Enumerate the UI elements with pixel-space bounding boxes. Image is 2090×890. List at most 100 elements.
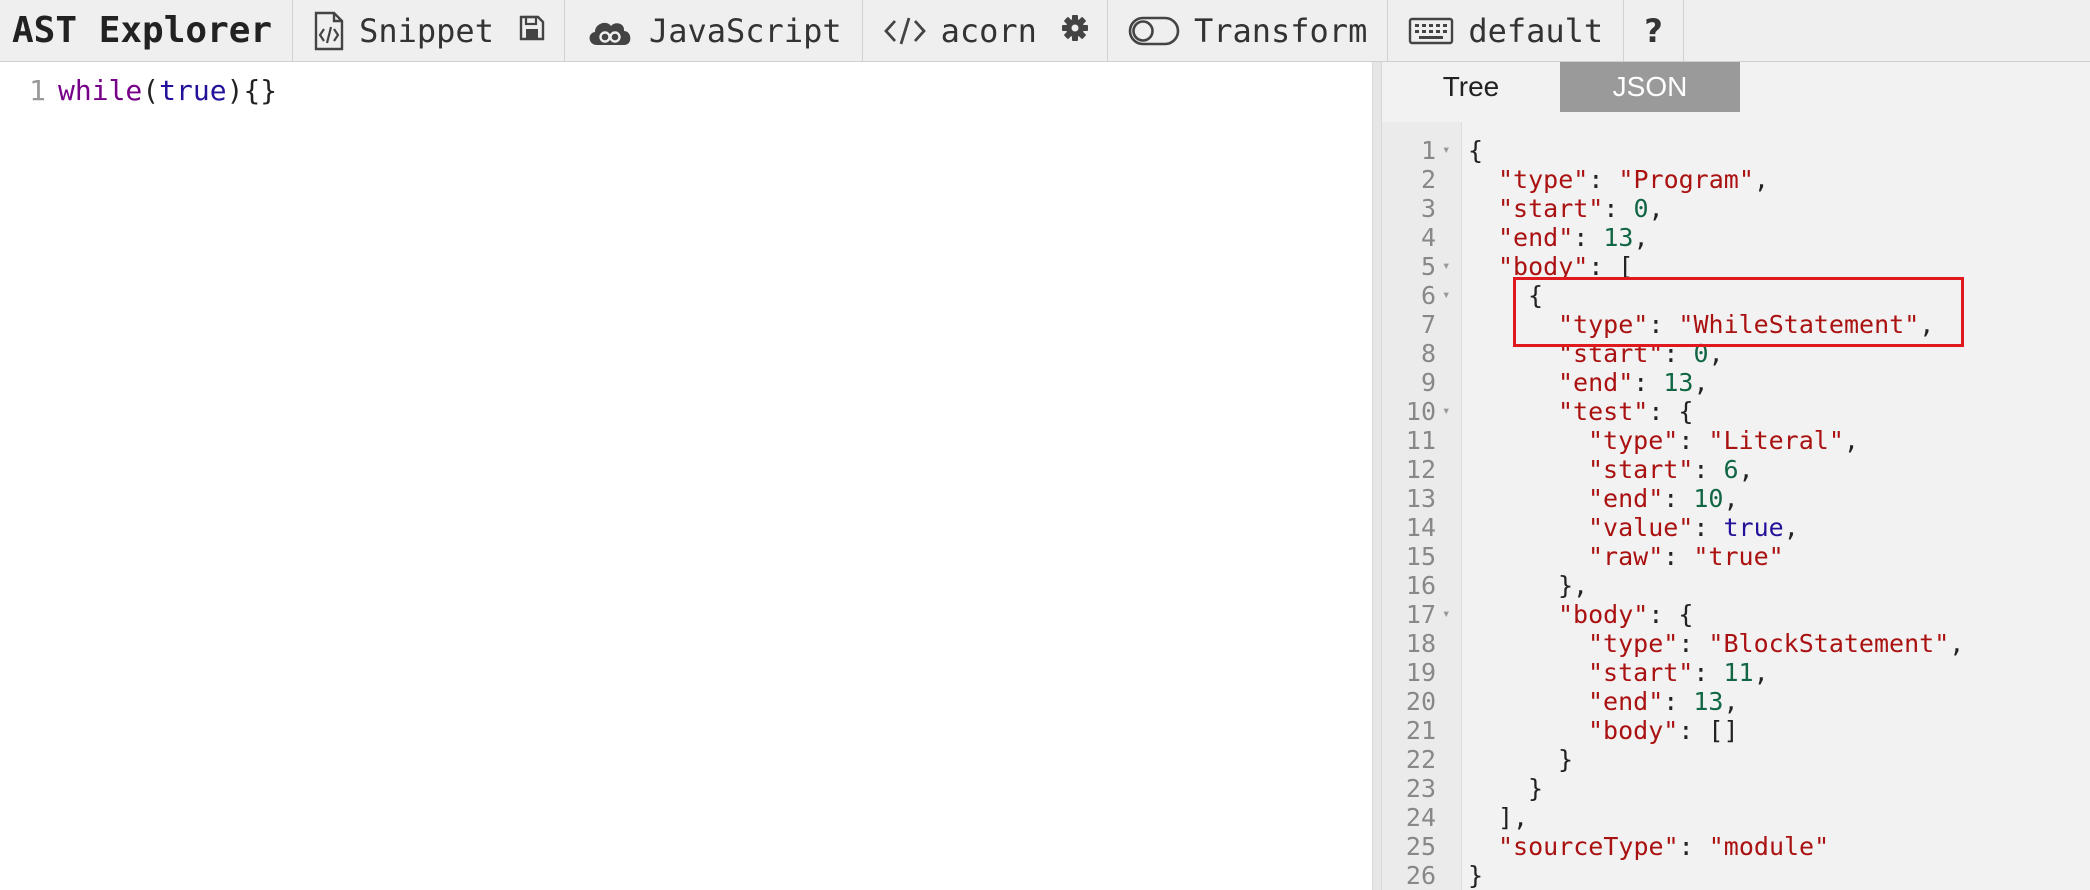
help-group: ? (1624, 0, 1684, 61)
json-line[interactable]: 5 ▾ "body": [ (1382, 252, 2090, 281)
json-line[interactable]: 18 "type": "BlockStatement", (1382, 629, 2090, 658)
json-code: "type": "BlockStatement", (1588, 629, 1964, 658)
json-key: "raw" (1588, 542, 1664, 571)
fold-arrow-icon[interactable]: ▾ (1442, 397, 1458, 426)
code-text[interactable]: while(true){} (58, 74, 277, 108)
json-line[interactable]: 17 ▾ "body": { (1382, 600, 2090, 629)
tab-json[interactable]: JSON (1560, 62, 1740, 112)
language-select[interactable]: JavaScript (579, 12, 848, 50)
json-punctuation: } (1468, 861, 1484, 890)
json-key: "test" (1558, 397, 1649, 426)
code-line[interactable]: 1 while(true){} (0, 74, 277, 108)
snippet-group: Snippet (293, 0, 565, 61)
json-line[interactable]: 6 ▾ { (1382, 281, 2090, 310)
fold-arrow-icon[interactable]: ▾ (1442, 281, 1458, 310)
json-code: "value": true, (1588, 513, 1799, 542)
json-line[interactable]: 22} (1382, 745, 2090, 774)
json-viewer[interactable]: 1 ▾{2 "type": "Program", 3 "start": 0, 4 "end"… (1382, 122, 2090, 890)
json-line[interactable]: 19 "start": 11, (1382, 658, 2090, 687)
json-punctuation: ], (1498, 803, 1529, 832)
json-line[interactable]: 21 "body": [] (1382, 716, 2090, 745)
json-key: "type" (1588, 629, 1679, 658)
json-punctuation: : (1573, 223, 1604, 252)
parser-settings-button[interactable] (1057, 14, 1093, 47)
line-number: 15 (1405, 542, 1436, 571)
parser-select[interactable]: acorn (877, 12, 1043, 50)
json-line[interactable]: 7 "type": "WhileStatement", (1382, 310, 2090, 339)
json-line[interactable]: 3 "start": 0, (1382, 194, 2090, 223)
json-line[interactable]: 26} (1382, 861, 2090, 890)
snippet-label: Snippet (359, 11, 494, 50)
json-line[interactable]: 12 "start": 6, (1382, 455, 2090, 484)
json-key: "type" (1558, 310, 1649, 339)
line-number: 17 (1405, 600, 1436, 629)
json-key: "sourceType" (1498, 832, 1679, 861)
json-punctuation: , (1708, 339, 1724, 368)
json-code: "end": 13, (1588, 687, 1739, 716)
fold-arrow-icon[interactable]: ▾ (1442, 136, 1458, 165)
json-line[interactable]: 23} (1382, 774, 2090, 803)
cloud-icon (585, 15, 635, 47)
json-code: }, (1558, 571, 1588, 600)
json-punctuation: , (1753, 165, 1769, 194)
json-line[interactable]: 24], (1382, 803, 2090, 832)
json-punctuation: : [ (1588, 252, 1634, 281)
json-number: 13 (1693, 687, 1724, 716)
json-line[interactable]: 9 "end": 13, (1382, 368, 2090, 397)
line-number: 8 (1420, 339, 1436, 368)
json-line[interactable]: 15 "raw": "true" (1382, 542, 2090, 571)
save-button[interactable] (514, 14, 550, 47)
line-number: 25 (1405, 832, 1436, 861)
json-key: "end" (1498, 223, 1574, 252)
line-number: 14 (1405, 513, 1436, 542)
line-number: 19 (1405, 658, 1436, 687)
parser-group: acorn (863, 0, 1108, 61)
json-line[interactable]: 16}, (1382, 571, 2090, 600)
json-line[interactable]: 8 "start": 0, (1382, 339, 2090, 368)
fold-arrow-icon[interactable]: ▾ (1442, 600, 1458, 629)
json-punctuation: , (1919, 310, 1935, 339)
json-boolean: true (1723, 513, 1784, 542)
snippet-menu[interactable]: Snippet (307, 11, 500, 51)
json-line[interactable]: 2 "type": "Program", (1382, 165, 2090, 194)
json-line[interactable]: 25 "sourceType": "module" (1382, 832, 2090, 861)
json-punctuation: { (1468, 136, 1484, 165)
json-key: "type" (1588, 426, 1679, 455)
punctuation-token: ( (142, 74, 160, 107)
help-button[interactable]: ? (1638, 12, 1669, 50)
json-punctuation: : (1663, 542, 1694, 571)
keymap-select[interactable]: default (1402, 12, 1609, 50)
json-line[interactable]: 10 ▾ "test": { (1382, 397, 2090, 426)
pane-splitter[interactable] (1372, 62, 1382, 890)
tab-tree[interactable]: Tree (1382, 62, 1560, 112)
json-code: "end": 13, (1498, 223, 1649, 252)
json-code: "end": 13, (1558, 368, 1709, 397)
json-punctuation: , (1843, 426, 1859, 455)
json-punctuation: : (1648, 310, 1679, 339)
line-number: 22 (1405, 745, 1436, 774)
line-number: 1 (29, 74, 46, 107)
line-number: 12 (1405, 455, 1436, 484)
json-line[interactable]: 13 "end": 10, (1382, 484, 2090, 513)
json-code: "type": "Literal", (1588, 426, 1859, 455)
json-number: 13 (1603, 223, 1634, 252)
json-line[interactable]: 14 "value": true, (1382, 513, 2090, 542)
json-punctuation: } (1528, 774, 1544, 803)
json-punctuation: : (1678, 629, 1709, 658)
line-number: 24 (1405, 803, 1436, 832)
json-line[interactable]: 20 "end": 13, (1382, 687, 2090, 716)
json-line[interactable]: 1 ▾ { (1382, 136, 2090, 165)
keymap-group: default (1388, 0, 1625, 61)
transform-label: Transform (1193, 11, 1368, 50)
code-editor[interactable]: 1 while(true){} (0, 62, 1372, 890)
line-number: 23 (1405, 774, 1436, 803)
json-line[interactable]: 4 "end": 13, (1382, 223, 2090, 252)
json-string: "Program" (1618, 165, 1754, 194)
json-key: "body" (1558, 600, 1649, 629)
json-line[interactable]: 11 "type": "Literal", (1382, 426, 2090, 455)
json-punctuation: , (1783, 513, 1799, 542)
json-punctuation: , (1753, 658, 1769, 687)
line-number: 18 (1405, 629, 1436, 658)
fold-arrow-icon[interactable]: ▾ (1442, 252, 1458, 281)
transform-toggle[interactable]: Transform (1122, 12, 1373, 50)
